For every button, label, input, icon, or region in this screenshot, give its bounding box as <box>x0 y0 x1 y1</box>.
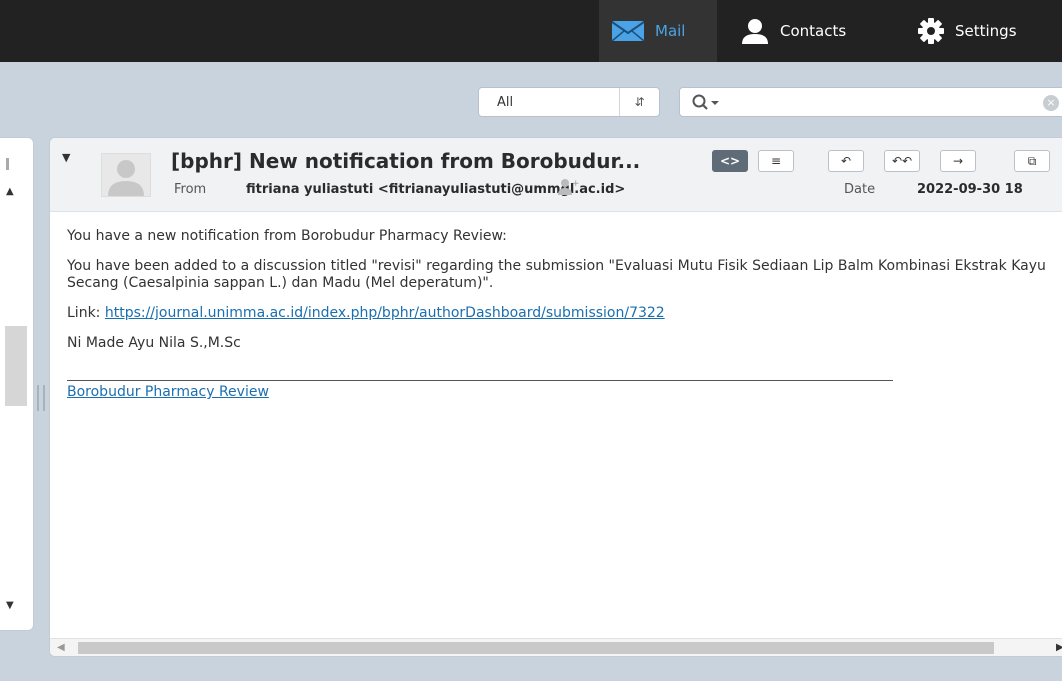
body-discussion: You have been added to a discussion titl… <box>67 258 1046 291</box>
message-header: ▼ [bphr] New notification from Borobudur… <box>50 138 1062 212</box>
plain-text-button[interactable]: ≡ <box>758 150 794 172</box>
search-icon[interactable] <box>692 94 722 116</box>
horizontal-scrollbar[interactable]: ◀ ▶ <box>50 638 1062 656</box>
gear-icon <box>917 17 945 45</box>
vertical-scrollbar-thumb[interactable] <box>5 326 27 406</box>
nav-contacts[interactable]: Contacts <box>728 0 858 62</box>
reply-all-button[interactable]: ↶↶ <box>884 150 920 172</box>
nav-contacts-label: Contacts <box>780 22 847 40</box>
folder-list-marker <box>6 158 9 170</box>
open-in-new-window-button[interactable]: ⧉ <box>1014 150 1050 172</box>
top-navigation-bar: Mail Contacts Settings <box>0 0 1062 62</box>
header-collapse-icon[interactable]: ▼ <box>62 151 70 164</box>
reply-icon: ↶ <box>840 154 852 168</box>
lines-icon: ≡ <box>770 154 782 168</box>
person-icon <box>740 17 770 45</box>
scroll-right-arrow-icon[interactable]: ▶ <box>1056 642 1062 653</box>
message-subject: [bphr] New notification from Borobudur..… <box>171 149 641 173</box>
nav-settings[interactable]: Settings <box>905 0 1029 62</box>
clear-search-icon[interactable]: × <box>1043 95 1059 111</box>
reply-all-icon: ↶↶ <box>891 154 913 168</box>
search-input[interactable] <box>730 92 1030 112</box>
message-preview-panel: ▼ [bphr] New notification from Borobudur… <box>49 137 1062 657</box>
message-filter-select[interactable]: All ⇵ <box>478 87 660 117</box>
new-window-icon: ⧉ <box>1027 153 1037 168</box>
view-source-button[interactable]: <> <box>712 150 748 172</box>
code-icon: <> <box>719 154 741 168</box>
filter-selected-value: All <box>497 94 514 110</box>
body-link-line: Link: https://journal.unimma.ac.id/index… <box>67 305 1062 322</box>
forward-button[interactable]: → <box>940 150 976 172</box>
journal-signature-link[interactable]: Borobudur Pharmacy Review <box>67 384 269 401</box>
folder-list-panel: ▲ ▼ <box>0 137 34 631</box>
submission-link[interactable]: https://journal.unimma.ac.id/index.php/b… <box>105 305 665 321</box>
scroll-down-arrow-icon[interactable]: ▼ <box>6 600 18 612</box>
scroll-left-arrow-icon[interactable]: ◀ <box>57 642 65 653</box>
message-date: 2022-09-30 18 <box>917 182 1023 197</box>
body-intro: You have a new notification from Borobud… <box>67 228 507 244</box>
horizontal-scrollbar-thumb[interactable] <box>78 642 994 654</box>
nav-settings-label: Settings <box>955 22 1017 40</box>
sender-avatar <box>101 153 151 197</box>
select-arrows-icon: ⇵ <box>619 88 659 116</box>
forward-arrow-icon: → <box>952 154 964 168</box>
signature-divider <box>67 380 893 381</box>
nav-mail-label: Mail <box>655 22 686 40</box>
svg-text:+: + <box>572 179 579 189</box>
scroll-up-arrow-icon[interactable]: ▲ <box>6 186 18 198</box>
add-contact-icon[interactable]: + <box>557 178 580 200</box>
nav-mail[interactable]: Mail <box>599 0 717 62</box>
date-label: Date <box>844 182 876 197</box>
search-box[interactable]: × <box>679 87 1062 117</box>
message-body: You have a new notification from Borobud… <box>67 228 1062 401</box>
reply-button[interactable]: ↶ <box>828 150 864 172</box>
from-label: From <box>174 182 207 197</box>
body-sender-name: Ni Made Ayu Nila S.,M.Sc <box>67 335 241 351</box>
panel-resize-handle[interactable] <box>37 385 45 411</box>
envelope-icon <box>611 20 645 42</box>
link-label: Link: <box>67 305 101 321</box>
